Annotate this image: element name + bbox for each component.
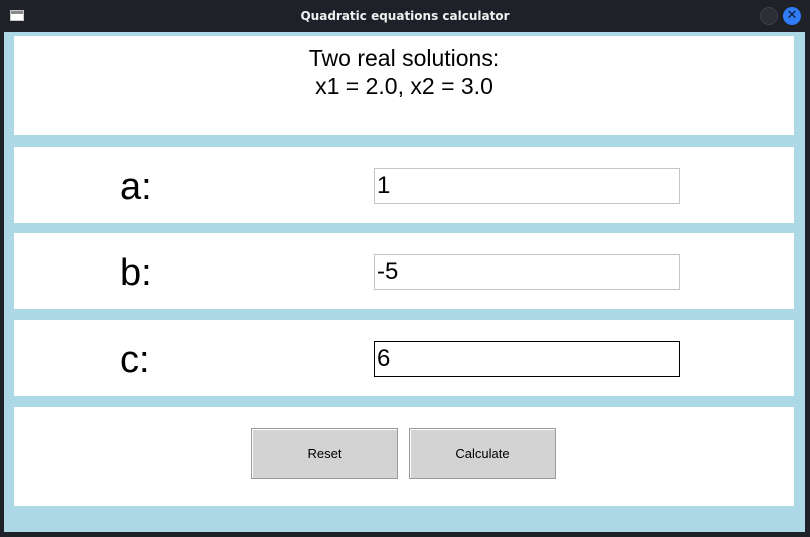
close-button[interactable]: ✕ [783, 7, 801, 25]
coefficient-a-label: a: [120, 166, 152, 208]
minimize-button[interactable] [760, 7, 778, 25]
coefficient-b-row: b: [14, 233, 794, 309]
coefficient-c-input[interactable] [374, 341, 680, 377]
button-panel: Reset Calculate [14, 407, 794, 506]
close-icon: ✕ [786, 8, 798, 23]
reset-button[interactable]: Reset [251, 428, 398, 479]
calculate-button[interactable]: Calculate [409, 428, 556, 479]
coefficient-b-input[interactable] [374, 254, 680, 290]
coefficient-c-row: c: [14, 320, 794, 396]
coefficient-a-row: a: [14, 147, 794, 223]
result-values: x1 = 2.0, x2 = 3.0 [315, 73, 493, 99]
result-panel: Two real solutions: x1 = 2.0, x2 = 3.0 [14, 36, 794, 135]
calculator-body: Two real solutions: x1 = 2.0, x2 = 3.0 a… [4, 32, 805, 532]
window-title: Quadratic equations calculator [300, 9, 510, 23]
coefficient-c-label: c: [120, 339, 150, 381]
result-text: Two real solutions: x1 = 2.0, x2 = 3.0 [14, 44, 794, 100]
coefficient-a-input[interactable] [374, 168, 680, 204]
result-heading: Two real solutions: [308, 45, 500, 71]
app-window: Quadratic equations calculator ✕ Two rea… [0, 0, 810, 537]
title-bar[interactable]: Quadratic equations calculator ✕ [0, 0, 810, 32]
coefficient-b-label: b: [120, 252, 152, 294]
